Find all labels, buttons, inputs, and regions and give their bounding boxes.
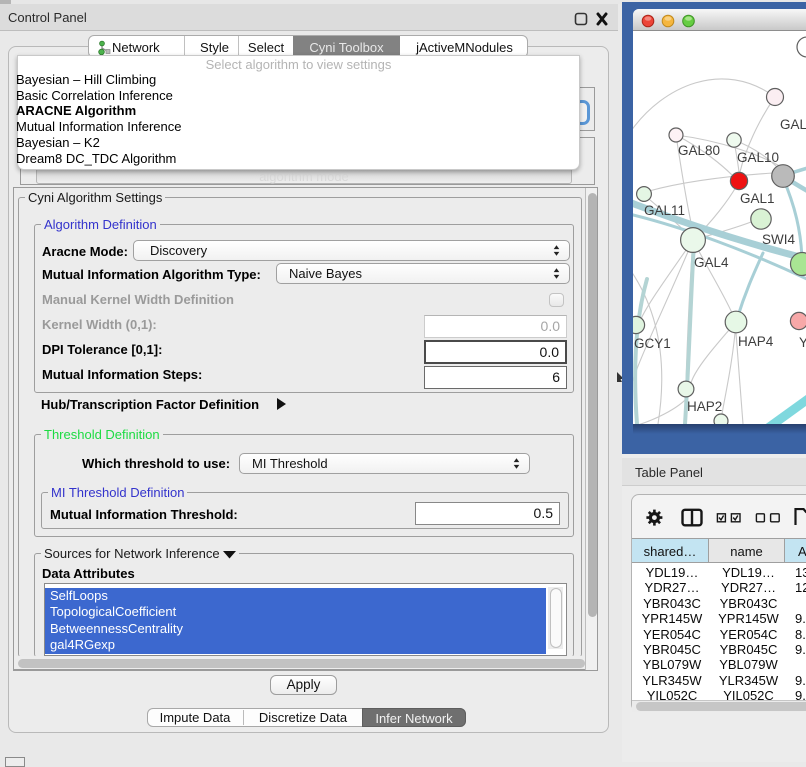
svg-text:Y: Y — [799, 335, 806, 350]
svg-text:GAL7: GAL7 — [780, 117, 806, 132]
svg-text:GAL80: GAL80 — [678, 143, 720, 158]
svg-text:GAL4: GAL4 — [694, 255, 729, 270]
svg-text:GAL11: GAL11 — [644, 203, 685, 218]
svg-text:HAP4: HAP4 — [738, 334, 774, 349]
svg-text:SWI4: SWI4 — [762, 232, 795, 247]
svg-text:HAP2: HAP2 — [687, 399, 722, 414]
svg-text:GAL10: GAL10 — [737, 150, 779, 165]
svg-text:GCY1: GCY1 — [634, 336, 671, 351]
svg-text:GAL1: GAL1 — [740, 191, 775, 206]
